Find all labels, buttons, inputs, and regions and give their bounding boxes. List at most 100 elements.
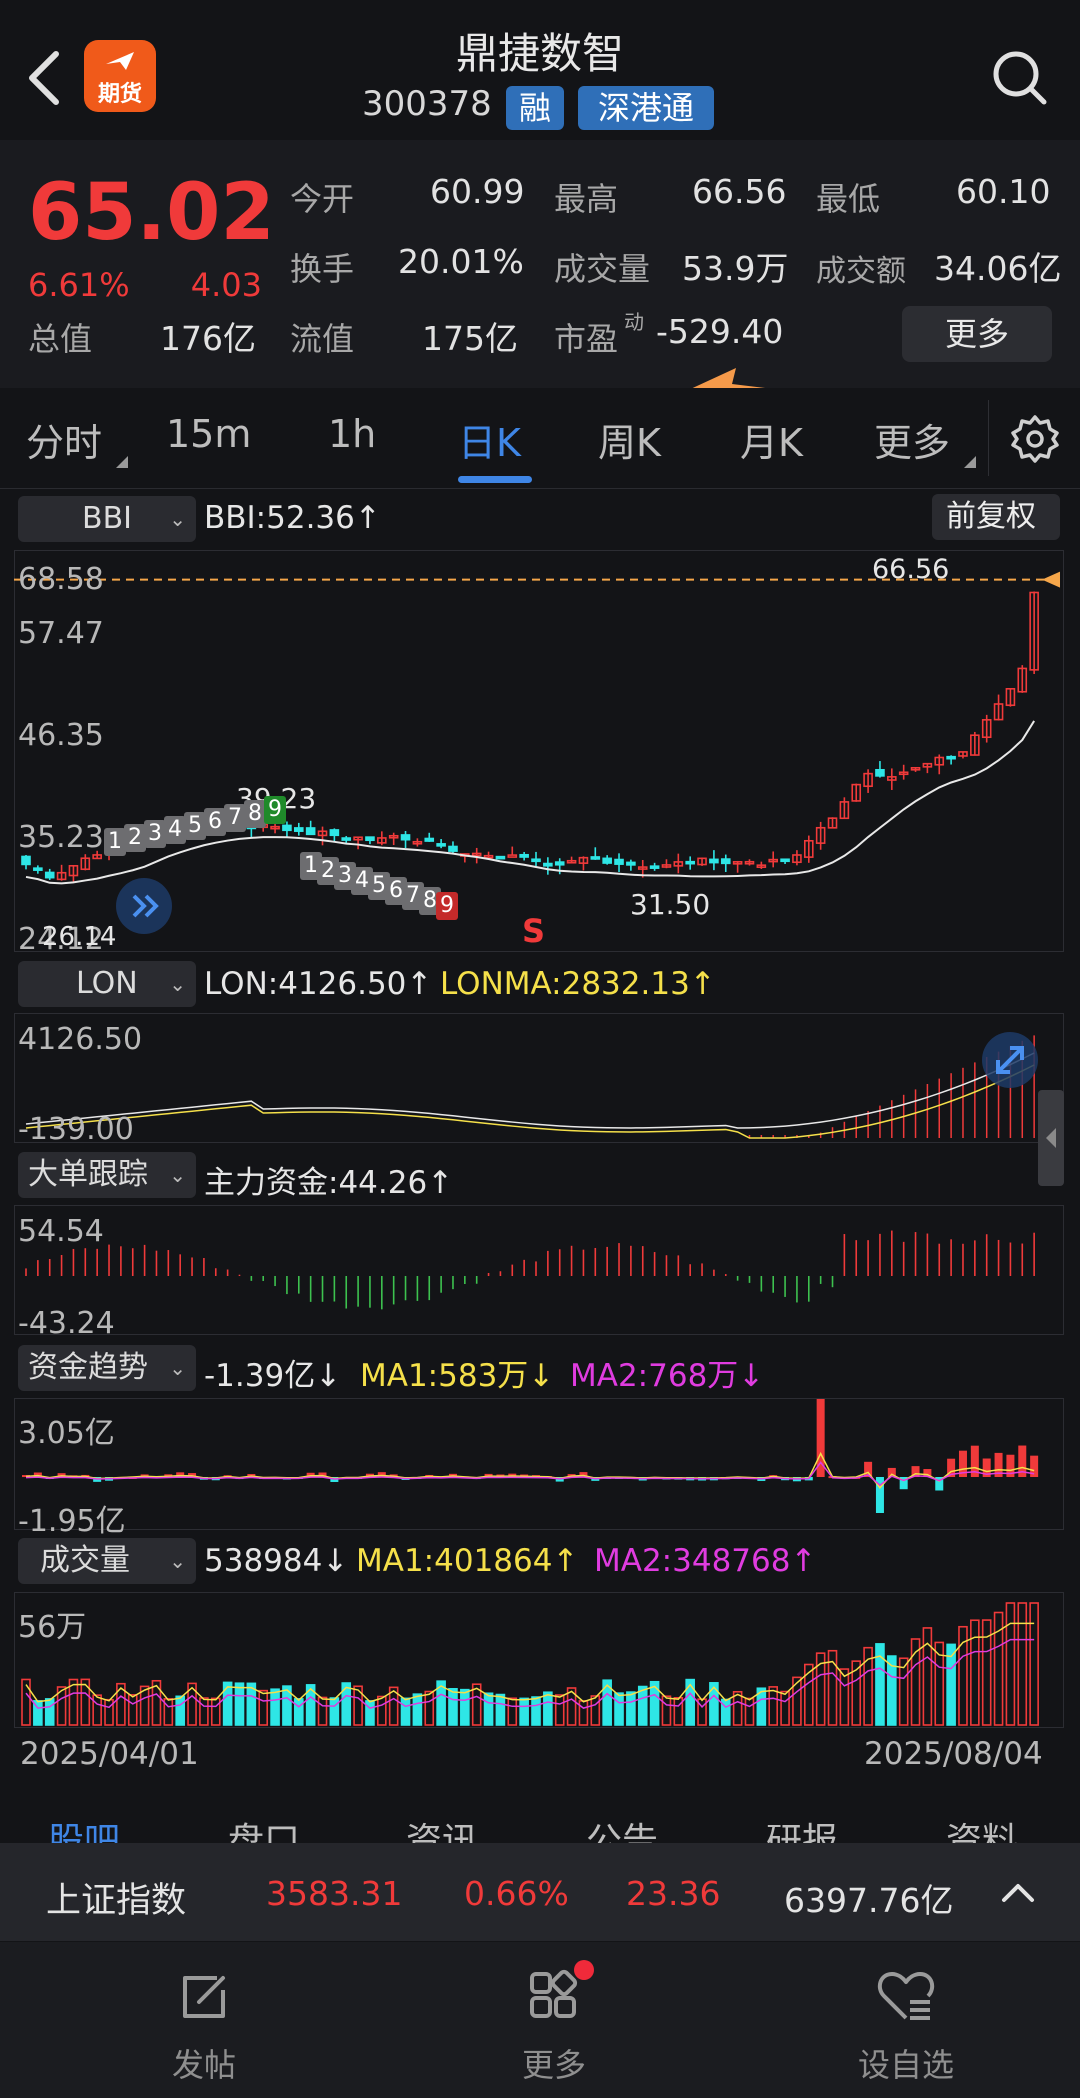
adjust-button[interactable]: 前复权 bbox=[932, 494, 1060, 540]
open-value: 60.99 bbox=[430, 172, 525, 211]
candle-body bbox=[282, 824, 292, 832]
td-count-badge: 6 bbox=[204, 808, 226, 836]
candle-body bbox=[495, 855, 506, 860]
tab-orderbook[interactable]: 盘口 bbox=[228, 1812, 300, 1844]
chevron-down-icon: ⌄ bbox=[169, 1356, 186, 1380]
lon-line bbox=[25, 1052, 1035, 1129]
period-low-marker: 26.14 bbox=[42, 922, 117, 952]
chevron-left-icon bbox=[1046, 1128, 1056, 1148]
pe-value: -529.40 bbox=[656, 312, 784, 351]
volume-bar bbox=[744, 1697, 755, 1726]
index-value: 3583.31 bbox=[266, 1874, 403, 1913]
big-order-indicator-label: 大单跟踪 bbox=[28, 1157, 148, 1192]
td-count-badge: 2 bbox=[124, 824, 146, 852]
nav-add-watchlist[interactable]: 设自选 bbox=[826, 1966, 986, 2096]
volume-bar bbox=[80, 1678, 91, 1726]
main-fund-value: 主力资金:44.26↑ bbox=[204, 1165, 454, 1201]
tab-announcements[interactable]: 公告 bbox=[586, 1812, 658, 1844]
stock-name: 鼎捷数智 bbox=[455, 29, 624, 78]
tab-daily-k[interactable]: 日K bbox=[458, 412, 521, 467]
settings-gear-icon[interactable] bbox=[1010, 414, 1060, 464]
lon-y-top: 4126.50 bbox=[18, 1022, 143, 1057]
tab-weekly-k[interactable]: 周K bbox=[598, 412, 661, 467]
more-quote-button[interactable]: 更多 bbox=[902, 306, 1052, 362]
volume-ma2: MA2:348768↑ bbox=[594, 1543, 817, 1579]
heart-list-icon bbox=[877, 1972, 935, 2020]
volume-chart bbox=[21, 1602, 1039, 1726]
index-name: 上证指数 bbox=[46, 1881, 187, 1921]
tab-15m[interactable]: 15m bbox=[166, 412, 251, 456]
last-price: 65.02 bbox=[28, 168, 275, 258]
lon-indicator-select[interactable]: LON ⌄ bbox=[18, 961, 196, 1007]
td-count-badge: 5 bbox=[184, 812, 206, 840]
tab-guba[interactable]: 股吧 bbox=[48, 1812, 120, 1844]
tab-news[interactable]: 资讯 bbox=[406, 1812, 478, 1844]
candle-body bbox=[448, 845, 458, 852]
tab-intraday[interactable]: 分时 bbox=[26, 412, 102, 467]
volume-bar bbox=[590, 1695, 601, 1726]
lon-indicator-label: LON bbox=[76, 966, 138, 1001]
volume-bar bbox=[495, 1693, 506, 1726]
connect-tag: 深港通 bbox=[578, 86, 714, 130]
nav-post[interactable]: 发帖 bbox=[124, 1966, 284, 2096]
tab-reports[interactable]: 研报 bbox=[766, 1812, 838, 1844]
candle-body bbox=[329, 829, 340, 837]
td-count-badge: 4 bbox=[164, 816, 186, 844]
volume-bar bbox=[768, 1686, 779, 1726]
float-value-label: 流值 bbox=[290, 320, 355, 358]
volume-bar bbox=[839, 1668, 850, 1726]
collapse-side-handle[interactable] bbox=[1038, 1090, 1064, 1186]
sell-signal-marker: S bbox=[522, 912, 546, 950]
chevron-up-icon[interactable] bbox=[1000, 1880, 1036, 1904]
volume-value: 538984↓ bbox=[204, 1543, 349, 1579]
volume-bar bbox=[483, 1692, 494, 1726]
tab-1h[interactable]: 1h bbox=[328, 412, 376, 456]
back-arrow-icon[interactable] bbox=[22, 50, 66, 106]
fullscreen-icon[interactable] bbox=[980, 1030, 1040, 1090]
volume-indicator-label: 成交量 bbox=[40, 1543, 130, 1578]
candle-body bbox=[720, 858, 731, 865]
volume-bar bbox=[270, 1688, 280, 1726]
tab-more-periods[interactable]: 更多 bbox=[874, 412, 950, 467]
candle-body bbox=[531, 858, 541, 863]
volume-bar bbox=[792, 1676, 802, 1726]
total-value-label: 总值 bbox=[28, 320, 93, 358]
volume-bar bbox=[317, 1696, 328, 1726]
expand-left-icon[interactable] bbox=[114, 876, 174, 936]
candle-body bbox=[44, 871, 55, 879]
candle-body bbox=[424, 837, 435, 842]
y-label-2: 57.47 bbox=[18, 616, 104, 651]
volume-bar bbox=[293, 1698, 304, 1726]
td-count-badge: 1 bbox=[104, 828, 126, 856]
tab-monthly-k[interactable]: 月K bbox=[740, 412, 803, 467]
fund-trend-chart bbox=[22, 1399, 1039, 1513]
big-order-indicator-select[interactable]: 大单跟踪 ⌄ bbox=[18, 1152, 196, 1198]
volume-bar bbox=[1029, 1602, 1039, 1726]
volume-indicator-select[interactable]: 成交量 ⌄ bbox=[18, 1538, 196, 1584]
volume-bar bbox=[424, 1690, 435, 1726]
tab-profile[interactable]: 资料 bbox=[946, 1812, 1018, 1844]
nav-more[interactable]: 更多 bbox=[474, 1960, 634, 2096]
candle-body bbox=[946, 755, 956, 760]
futures-logo[interactable]: 期货 bbox=[84, 40, 156, 112]
stock-code: 300378 bbox=[362, 84, 492, 124]
index-change: 23.36 bbox=[626, 1874, 721, 1913]
candle-body bbox=[33, 867, 43, 871]
fund-trend-y-bottom: -1.95亿 bbox=[18, 1504, 126, 1539]
fund-trend-indicator-select[interactable]: 资金趋势 ⌄ bbox=[18, 1345, 196, 1391]
candle-body bbox=[293, 827, 304, 832]
volume-bar bbox=[970, 1619, 980, 1726]
main-indicator-select[interactable]: BBI ⌄ bbox=[18, 496, 196, 542]
candle-body bbox=[554, 861, 565, 866]
volume-bar bbox=[412, 1693, 423, 1726]
low-label: 最低 bbox=[816, 180, 881, 218]
logo-icon bbox=[106, 52, 134, 70]
fund-trend-value: -1.39亿↓ bbox=[204, 1358, 342, 1394]
volume-bar bbox=[732, 1690, 743, 1726]
change-percent: 6.61% bbox=[28, 266, 130, 304]
current-price-pointer bbox=[1042, 571, 1060, 588]
open-label: 今开 bbox=[290, 180, 355, 218]
volume-bar bbox=[1017, 1602, 1028, 1726]
candle-body bbox=[875, 768, 885, 777]
search-icon[interactable] bbox=[990, 48, 1048, 106]
